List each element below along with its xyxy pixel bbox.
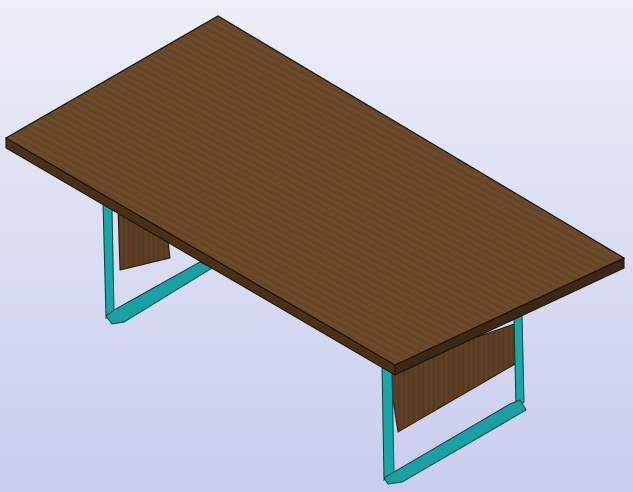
tabletop-surface[interactable] — [4, 15, 626, 366]
left-frame-post — [102, 202, 115, 319]
left-frame-runner — [105, 261, 214, 325]
tabletop[interactable] — [4, 15, 626, 376]
right-frame-post-back — [513, 312, 525, 409]
right-frame-post-front — [381, 365, 395, 481]
table-3d-model[interactable] — [0, 0, 633, 492]
cad-viewport[interactable] — [0, 0, 633, 492]
